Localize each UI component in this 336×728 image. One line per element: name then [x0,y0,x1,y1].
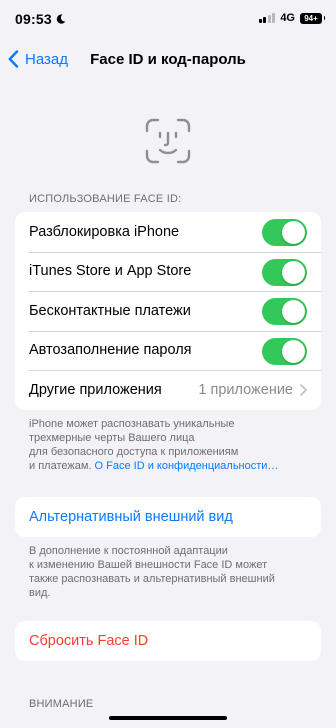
footer-line: iPhone может распознавать уникальные [29,418,235,430]
footer-line: В дополнение к постоянной адаптации [29,545,228,557]
battery-icon: 94+ [300,12,325,24]
row-itunes-app-store: iTunes Store и App Store [15,251,321,292]
footer-line: к изменению Вашей внешности Face ID може… [29,559,268,571]
alt-appearance-group: Альтернативный внешний вид [15,497,321,537]
footer-line: и платежам. [29,460,92,472]
alt-appearance-button[interactable]: Альтернативный внешний вид [15,497,321,537]
cellular-signal-icon [258,13,276,23]
reset-group: Сбросить Face ID [15,621,321,661]
row-label: Автозаполнение пароля [29,342,192,359]
footer-line: также распознавать и альтернативный внеш… [29,573,275,585]
row-label: iTunes Store и App Store [29,263,192,280]
faceid-privacy-link[interactable]: О Face ID и конфиденциальности… [95,460,279,472]
row-contactless-payments: Бесконтактные платежи [15,291,321,331]
row-label: Другие приложения [29,381,162,398]
row-unlock-iphone: Разблокировка iPhone [15,212,321,252]
other-apps-detail: 1 приложение [198,382,307,398]
faceid-usage-group: Разблокировка iPhone iTunes Store и App … [15,212,321,410]
footer-line: трехмерные черты Вашего лица [29,432,195,444]
password-autofill-toggle[interactable] [262,337,307,365]
page-title: Face ID и код-пароль [90,51,246,68]
row-label: Разблокировка iPhone [29,223,180,240]
row-password-autofill: Автозаполнение пароля [15,330,321,371]
moon-icon [56,14,66,24]
attention-header: ВНИМАНИЕ [29,698,94,710]
status-indicators: 4G 94+ [258,12,325,24]
reset-faceid-button[interactable]: Сбросить Face ID [15,621,321,661]
itunes-app-store-toggle[interactable] [262,258,307,286]
footer-line: вид. [29,587,51,599]
row-other-apps[interactable]: Другие приложения 1 приложение [15,370,321,410]
status-time: 09:53 [15,11,66,27]
status-time-label: 09:53 [15,11,52,27]
unlock-iphone-toggle[interactable] [262,219,307,246]
network-type: 4G [280,12,295,24]
home-indicator[interactable] [109,716,227,720]
chevron-right-icon [300,383,307,396]
faceid-usage-header: ИСПОЛЬЗОВАНИЕ FACE ID: [29,193,182,205]
alt-appearance-footer: В дополнение к постоянной адаптации к из… [29,544,309,600]
footer-line: для безопасного доступа к приложениям [29,446,239,458]
contactless-payments-toggle[interactable] [262,298,307,325]
faceid-icon [145,118,191,164]
faceid-usage-footer: iPhone может распознавать уникальные тре… [29,417,309,473]
row-label: Бесконтактные платежи [29,302,191,319]
other-apps-count: 1 приложение [198,381,293,398]
battery-level: 94+ [304,13,318,23]
